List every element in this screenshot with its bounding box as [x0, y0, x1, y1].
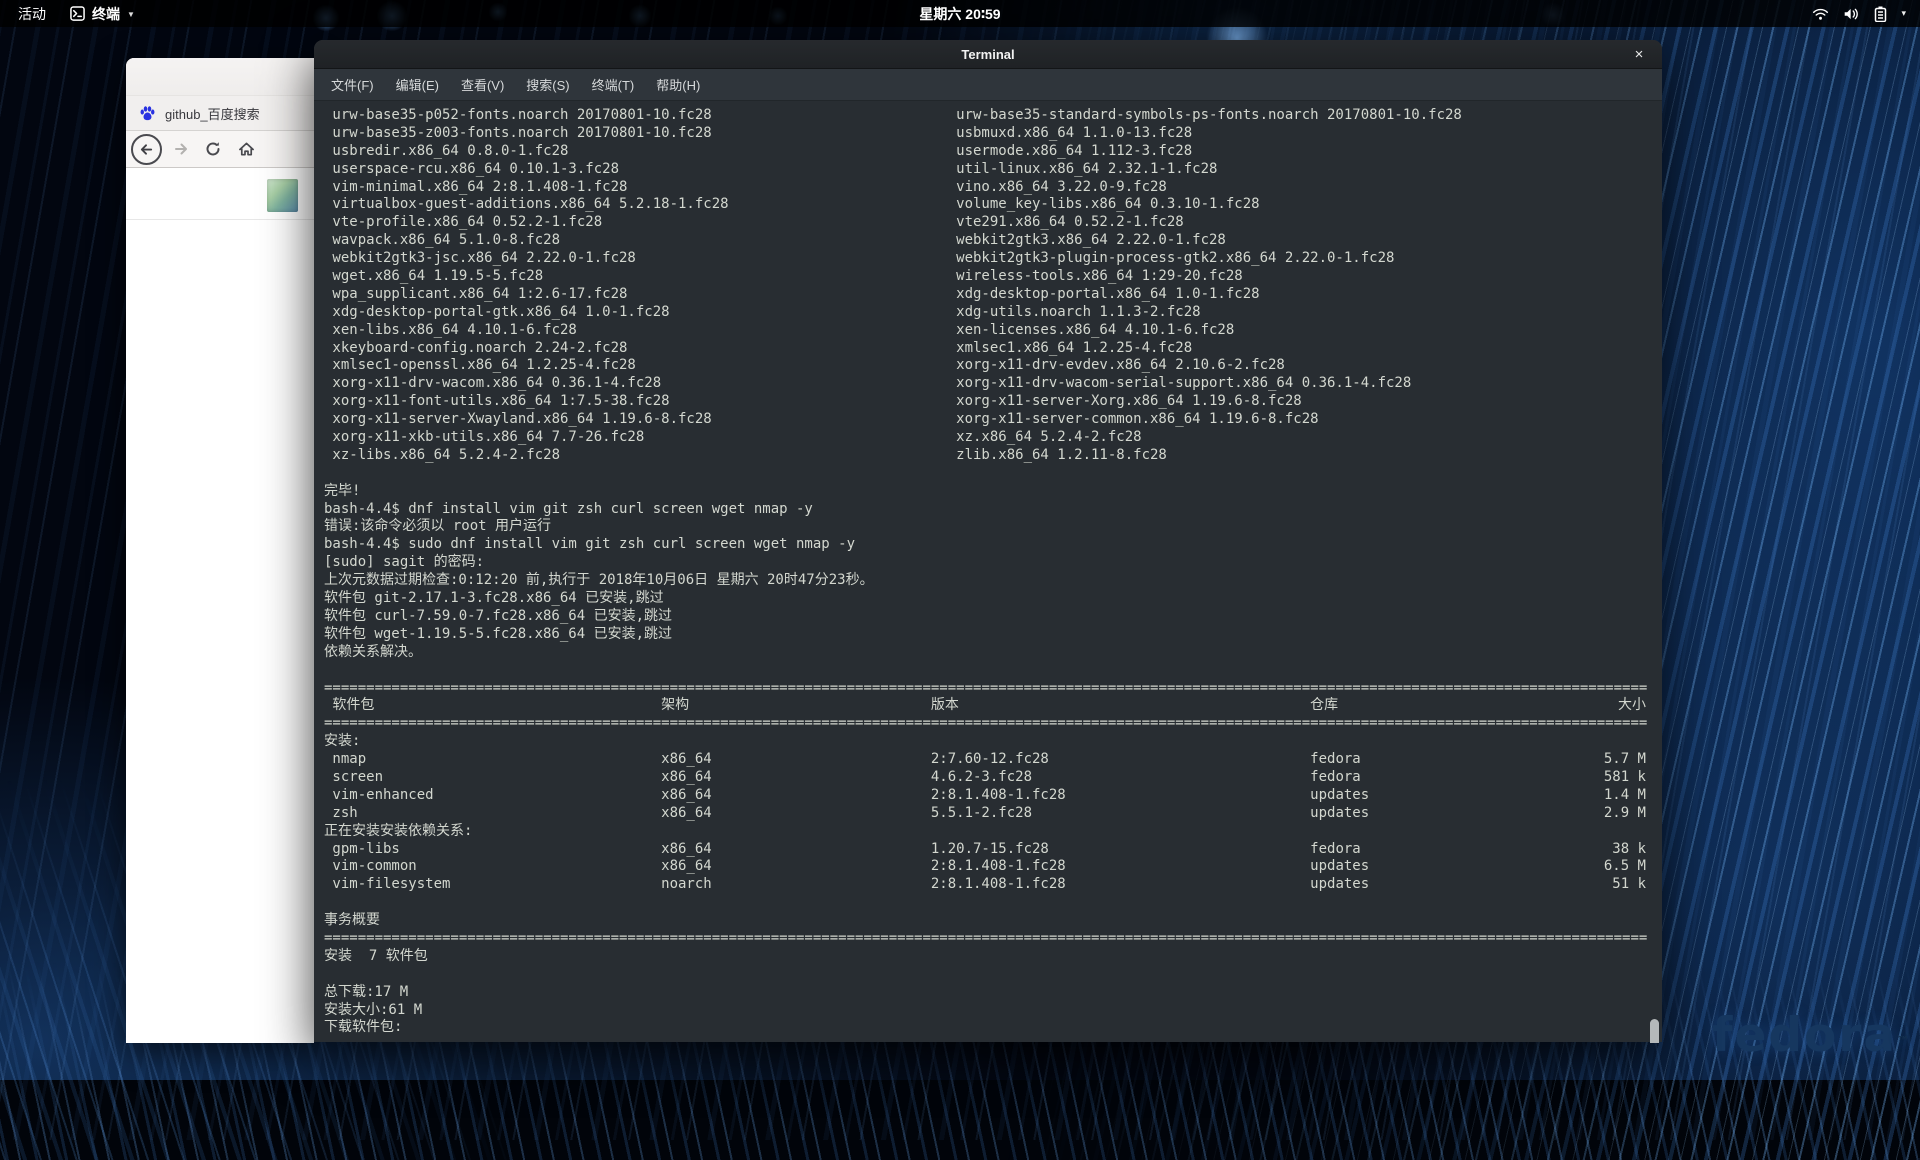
- focused-app-name: 终端: [92, 4, 120, 24]
- fedora-logo: fedora™: [1712, 1008, 1909, 1063]
- terminal-line: 下载软件包:: [324, 1019, 1646, 1037]
- terminal-line: 软件包 git-2.17.1-3.fc28.x86_64 已安装,跳过: [324, 590, 1646, 608]
- terminal-line: 总下载:17 M: [324, 984, 1646, 1002]
- terminal-line: [324, 465, 1646, 483]
- menu-search[interactable]: 搜索(S): [517, 72, 578, 97]
- trademark-symbol: ™: [1897, 1034, 1909, 1048]
- terminal-line: usbredir.x86_64 0.8.0-1.fc28usermode.x86…: [324, 143, 1646, 161]
- terminal-line: gpm-libsx86_641.20.7-15.fc28fedora38 k: [324, 841, 1646, 859]
- terminal-line: urw-base35-z003-fonts.noarch 20170801-10…: [324, 125, 1646, 143]
- terminal-line: userspace-rcu.x86_64 0.10.1-3.fc28util-l…: [324, 161, 1646, 179]
- terminal-line: vte-profile.x86_64 0.52.2-1.fc28vte291.x…: [324, 214, 1646, 232]
- gnome-top-bar: 活动 终端 ▼ 星期六 20∶59 ▾: [0, 0, 1920, 27]
- baidu-paw-icon: [139, 105, 156, 122]
- terminal-line: [sudo] sagit 的密码:: [324, 554, 1646, 572]
- home-button[interactable]: [234, 137, 258, 161]
- terminal-line: xorg-x11-drv-wacom.x86_64 0.36.1-4.fc28x…: [324, 375, 1646, 393]
- terminal-line: 软件包 curl-7.59.0-7.fc28.x86_64 已安装,跳过: [324, 608, 1646, 626]
- wifi-icon: [1812, 7, 1829, 21]
- terminal-line: 软件包 wget-1.19.5-5.fc28.x86_64 已安装,跳过: [324, 626, 1646, 644]
- focused-app-menu[interactable]: 终端 ▼: [70, 4, 135, 24]
- volume-icon: [1843, 7, 1860, 21]
- clock[interactable]: 星期六 20∶59: [0, 4, 1920, 24]
- caret-down-icon: ▾: [1901, 8, 1906, 19]
- terminal-line: nmapx86_642:7.60-12.fc28fedora5.7 M: [324, 751, 1646, 769]
- terminal-line: 安装大小:61 M: [324, 1002, 1646, 1020]
- terminal-line: xorg-x11-xkb-utils.x86_64 7.7-26.fc28xz.…: [324, 429, 1646, 447]
- forward-button[interactable]: [169, 137, 193, 161]
- terminal-line: bash-4.4$ dnf install vim git zsh curl s…: [324, 501, 1646, 519]
- browser-navbar: [126, 131, 314, 168]
- terminal-body[interactable]: urw-base35-p052-fonts.noarch 20170801-10…: [314, 101, 1662, 1043]
- activities-button[interactable]: 活动: [12, 2, 52, 26]
- terminal-line: xkeyboard-config.noarch 2.24-2.fc28xmlse…: [324, 340, 1646, 358]
- terminal-line: xorg-x11-font-utils.x86_64 1:7.5-38.fc28…: [324, 393, 1646, 411]
- terminal-app-icon: [70, 6, 85, 21]
- terminal-line: xen-libs.x86_64 4.10.1-6.fc28xen-license…: [324, 322, 1646, 340]
- terminal-line: 正在安装安装依赖关系:: [324, 823, 1646, 841]
- menu-file[interactable]: 文件(F): [322, 72, 383, 97]
- battery-icon: [1874, 6, 1887, 22]
- menu-edit[interactable]: 编辑(E): [387, 72, 448, 97]
- terminal-line: ========================================…: [324, 680, 1646, 698]
- terminal-menubar: 文件(F) 编辑(E) 查看(V) 搜索(S) 终端(T) 帮助(H): [314, 69, 1662, 101]
- terminal-window: Terminal × 文件(F) 编辑(E) 查看(V) 搜索(S) 终端(T)…: [314, 40, 1662, 1042]
- terminal-line: 上次元数据过期检查:0:12:20 前,执行于 2018年10月06日 星期六 …: [324, 572, 1646, 590]
- menu-help[interactable]: 帮助(H): [647, 72, 709, 97]
- terminal-line: bash-4.4$ sudo dnf install vim git zsh c…: [324, 536, 1646, 554]
- terminal-line: xz-libs.x86_64 5.2.4-2.fc28zlib.x86_64 1…: [324, 447, 1646, 465]
- terminal-line: 安装 7 软件包: [324, 948, 1646, 966]
- scrollbar-thumb[interactable]: [1650, 1019, 1659, 1043]
- terminal-line: webkit2gtk3-jsc.x86_64 2.22.0-1.fc28webk…: [324, 250, 1646, 268]
- terminal-line: xorg-x11-server-Xwayland.x86_64 1.19.6-8…: [324, 411, 1646, 429]
- terminal-line: xdg-desktop-portal-gtk.x86_64 1.0-1.fc28…: [324, 304, 1646, 322]
- terminal-line: vim-filesystemnoarch2:8.1.408-1.fc28upda…: [324, 876, 1646, 894]
- terminal-line: wavpack.x86_64 5.1.0-8.fc28webkit2gtk3.x…: [324, 232, 1646, 250]
- terminal-line: 错误:该命令必须以 root 用户运行: [324, 518, 1646, 536]
- terminal-line: urw-base35-p052-fonts.noarch 20170801-10…: [324, 107, 1646, 125]
- terminal-line: zshx86_645.5.1-2.fc28updates2.9 M: [324, 805, 1646, 823]
- browser-tab-title: github_百度搜索: [165, 104, 260, 123]
- terminal-window-title: Terminal: [961, 47, 1014, 62]
- terminal-line: screenx86_644.6.2-3.fc28fedora581 k: [324, 769, 1646, 787]
- close-button[interactable]: ×: [1626, 40, 1652, 68]
- terminal-line: vim-minimal.x86_64 2:8.1.408-1.fc28vino.…: [324, 179, 1646, 197]
- terminal-line: xmlsec1-openssl.x86_64 1.2.25-4.fc28xorg…: [324, 357, 1646, 375]
- terminal-titlebar[interactable]: Terminal ×: [314, 40, 1662, 69]
- terminal-line: [324, 894, 1646, 912]
- menu-view[interactable]: 查看(V): [452, 72, 513, 97]
- system-tray[interactable]: ▾: [1812, 6, 1920, 22]
- terminal-line: 安装:: [324, 733, 1646, 751]
- browser-titlebar[interactable]: [126, 58, 314, 96]
- result-divider: [126, 219, 314, 220]
- terminal-line: wget.x86_64 1.19.5-5.fc28wireless-tools.…: [324, 268, 1646, 286]
- terminal-output: urw-base35-p052-fonts.noarch 20170801-10…: [324, 107, 1646, 1037]
- terminal-line: 完毕!: [324, 483, 1646, 501]
- browser-content[interactable]: [126, 168, 314, 1043]
- terminal-line: virtualbox-guest-additions.x86_64 5.2.18…: [324, 196, 1646, 214]
- terminal-line: 事务概要: [324, 912, 1646, 930]
- terminal-line: 软件包架构版本仓库大小: [324, 697, 1646, 715]
- terminal-line: [324, 966, 1646, 984]
- chevron-down-icon: ▼: [127, 10, 135, 19]
- browser-tab[interactable]: github_百度搜索: [126, 96, 314, 131]
- terminal-line: ========================================…: [324, 930, 1646, 948]
- terminal-line: ========================================…: [324, 715, 1646, 733]
- reload-button[interactable]: [201, 137, 225, 161]
- terminal-line: wpa_supplicant.x86_64 1:2.6-17.fc28xdg-d…: [324, 286, 1646, 304]
- menu-terminal[interactable]: 终端(T): [583, 72, 644, 97]
- search-result-thumbnail[interactable]: [267, 179, 298, 212]
- terminal-line: vim-enhancedx86_642:8.1.408-1.fc28update…: [324, 787, 1646, 805]
- terminal-line: 依赖关系解决。: [324, 644, 1646, 662]
- terminal-line: [324, 662, 1646, 680]
- terminal-line: vim-commonx86_642:8.1.408-1.fc28updates6…: [324, 858, 1646, 876]
- browser-window: github_百度搜索: [126, 58, 314, 1042]
- back-button[interactable]: [131, 134, 162, 165]
